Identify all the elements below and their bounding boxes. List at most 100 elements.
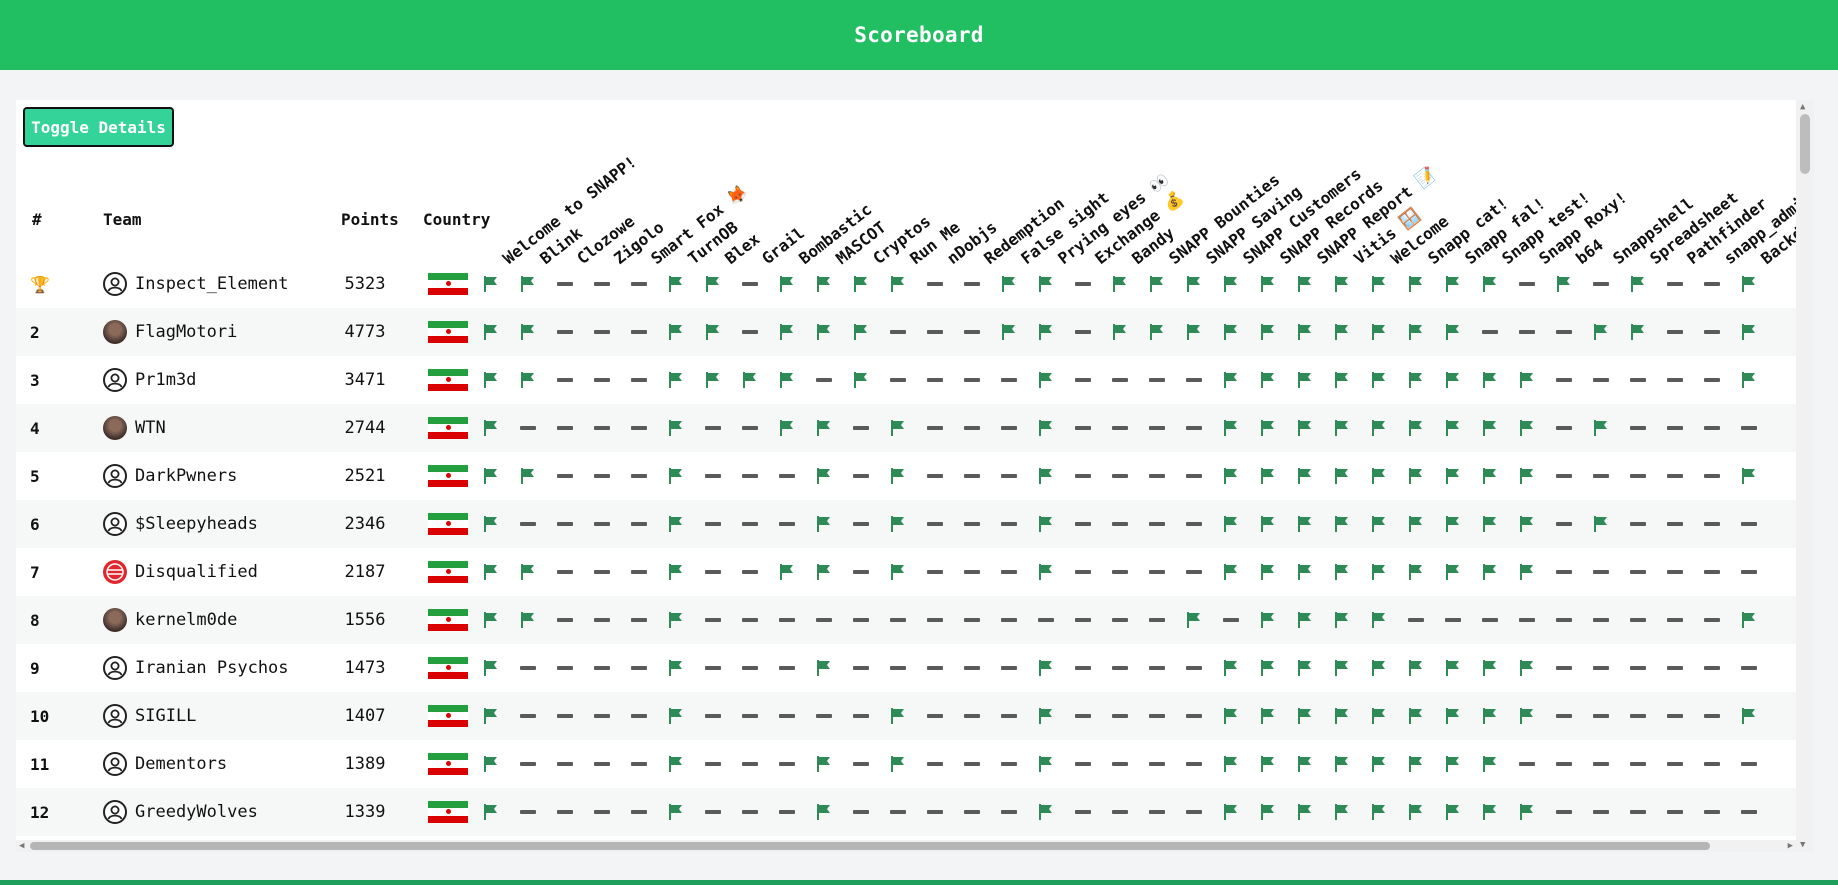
flag-icon — [1216, 548, 1246, 596]
dash-icon — [920, 308, 950, 356]
dash-icon — [920, 548, 950, 596]
dash-icon — [1216, 596, 1246, 644]
dash-icon — [1549, 404, 1579, 452]
scroll-up-icon[interactable]: ▲ — [1800, 102, 1805, 112]
team-name-link[interactable]: SIGILL — [135, 692, 196, 740]
dash-icon — [1660, 452, 1690, 500]
horizontal-scroll-thumb[interactable] — [30, 842, 1710, 850]
vertical-scroll-thumb[interactable] — [1800, 114, 1810, 174]
dash-icon — [1549, 500, 1579, 548]
toggle-details-button[interactable]: Toggle Details — [23, 107, 174, 147]
vertical-scrollbar[interactable]: ▲ ▼ — [1796, 100, 1814, 852]
team-name-link[interactable]: kernelm0de — [135, 596, 237, 644]
flag-icon — [1105, 260, 1135, 308]
user-icon[interactable] — [103, 752, 127, 776]
dash-icon — [957, 356, 987, 404]
dash-icon — [1475, 596, 1505, 644]
flag-icon — [809, 644, 839, 692]
dash-icon — [1512, 596, 1542, 644]
dash-icon — [1068, 596, 1098, 644]
dash-icon — [624, 308, 654, 356]
flag-icon — [1327, 308, 1357, 356]
avatar[interactable] — [103, 416, 127, 440]
dash-icon — [1660, 500, 1690, 548]
dash-icon — [1623, 740, 1653, 788]
flag-icon — [476, 644, 506, 692]
dash-icon — [1660, 644, 1690, 692]
dash-icon — [1623, 644, 1653, 692]
dash-icon — [1586, 644, 1616, 692]
team-name-link[interactable]: $Sleepyheads — [135, 500, 258, 548]
dash-icon — [624, 788, 654, 836]
flag-icon — [1290, 452, 1320, 500]
rank-cell: 5 — [30, 466, 40, 486]
flag-icon — [1142, 260, 1172, 308]
horizontal-scrollbar[interactable]: ◀ ▶ — [16, 840, 1796, 852]
header-team: Team — [103, 210, 142, 229]
flag-icon — [772, 356, 802, 404]
dash-icon — [550, 404, 580, 452]
flag-icon — [513, 548, 543, 596]
dash-icon — [957, 548, 987, 596]
team-name-link[interactable]: Pr1m3d — [135, 356, 196, 404]
dash-icon — [846, 548, 876, 596]
user-icon[interactable] — [103, 512, 127, 536]
user-icon[interactable] — [103, 704, 127, 728]
flag-icon — [1253, 260, 1283, 308]
user-icon[interactable] — [103, 464, 127, 488]
flag-icon — [1327, 404, 1357, 452]
dash-icon — [1660, 788, 1690, 836]
dash-icon — [624, 644, 654, 692]
rank-cell: 11 — [30, 754, 50, 774]
user-icon[interactable] — [103, 272, 127, 296]
flag-icon — [994, 260, 1024, 308]
flag-icon — [1475, 548, 1505, 596]
dash-icon — [920, 788, 950, 836]
team-name-link[interactable]: Iranian Psychos — [135, 644, 289, 692]
flag-icon — [1031, 740, 1061, 788]
team-name-link[interactable]: Disqualified — [135, 548, 258, 596]
avatar[interactable] — [103, 560, 127, 584]
dash-icon — [587, 788, 617, 836]
team-name-link[interactable]: Inspect_Element — [135, 260, 289, 308]
flag-icon — [1475, 404, 1505, 452]
dash-icon — [587, 404, 617, 452]
flag-icon — [1438, 308, 1468, 356]
dash-icon — [1660, 404, 1690, 452]
dash-icon — [1549, 740, 1579, 788]
dash-icon — [1586, 356, 1616, 404]
dash-icon — [735, 644, 765, 692]
flag-icon — [476, 404, 506, 452]
scroll-left-icon[interactable]: ◀ — [19, 840, 24, 852]
dash-icon — [735, 260, 765, 308]
dash-icon — [957, 500, 987, 548]
team-name-link[interactable]: GreedyWolves — [135, 788, 258, 836]
team-name-link[interactable]: FlagMotori — [135, 308, 237, 356]
header-points: Points — [341, 210, 399, 229]
iran-flag-icon — [428, 753, 468, 775]
user-icon[interactable] — [103, 800, 127, 824]
dash-icon — [1068, 788, 1098, 836]
dash-icon — [1142, 644, 1172, 692]
dash-icon — [1105, 596, 1135, 644]
flag-icon — [661, 596, 691, 644]
team-name-link[interactable]: DarkPwners — [135, 452, 237, 500]
dash-icon — [994, 548, 1024, 596]
flag-icon — [1179, 260, 1209, 308]
user-icon[interactable] — [103, 656, 127, 680]
dash-icon — [698, 500, 728, 548]
scroll-right-icon[interactable]: ▶ — [1788, 840, 1793, 852]
dash-icon — [957, 740, 987, 788]
rank-cell: 12 — [30, 802, 50, 822]
flag-icon — [735, 356, 765, 404]
flag-icon — [1438, 260, 1468, 308]
user-icon[interactable] — [103, 368, 127, 392]
flag-icon — [1512, 500, 1542, 548]
scroll-down-icon[interactable]: ▼ — [1800, 840, 1805, 850]
flag-icon — [1216, 404, 1246, 452]
team-name-link[interactable]: WTN — [135, 404, 166, 452]
avatar[interactable] — [103, 608, 127, 632]
team-name-link[interactable]: Dementors — [135, 740, 227, 788]
avatar[interactable] — [103, 320, 127, 344]
dash-icon — [1586, 596, 1616, 644]
